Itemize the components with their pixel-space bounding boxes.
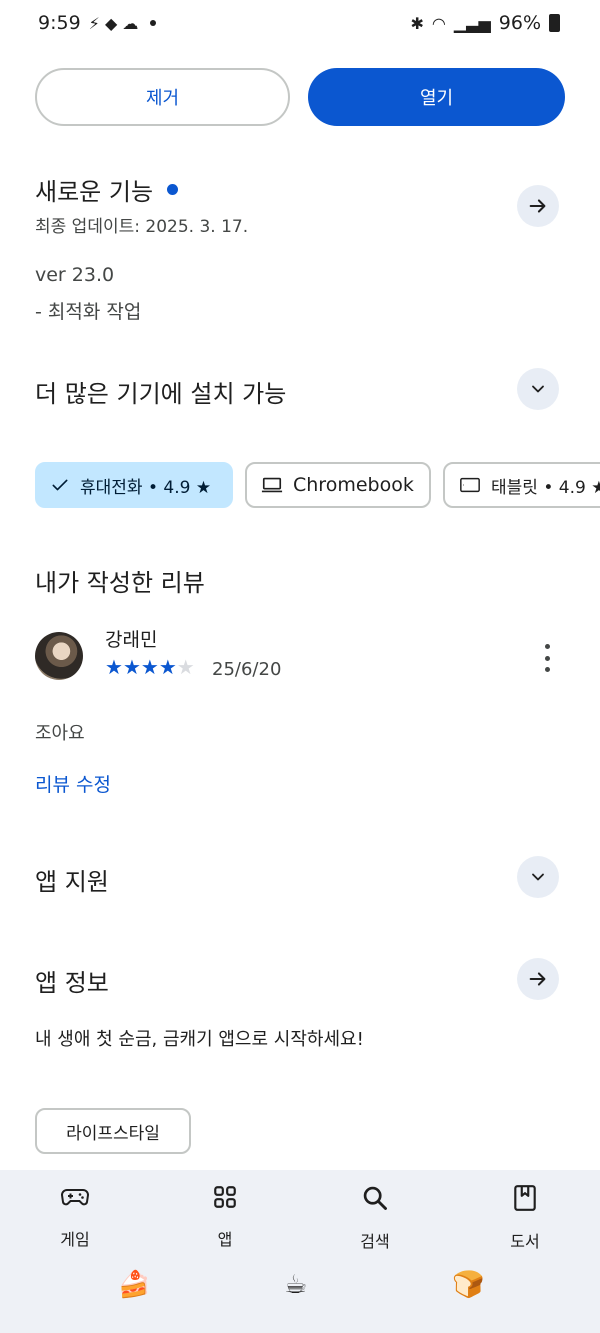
star-filled-icon: ★ [140, 655, 159, 679]
device-chip-phone[interactable]: 휴대전화 • 4.9 ★ [35, 462, 233, 508]
whats-new-title-row[interactable]: 새로운 기능 [35, 172, 179, 207]
category-tag[interactable]: 라이프스타일 [35, 1108, 191, 1154]
emoji-bar: 🍰 ☕ 🍞 [0, 1270, 600, 1314]
apps-grid-icon [214, 1186, 236, 1208]
app-description: 내 생애 첫 순금, 금캐기 앱으로 시작하세요! [35, 1029, 364, 1050]
review-date: 25/6/20 [212, 659, 282, 680]
my-review-title: 내가 작성한 리뷰 [35, 569, 205, 597]
reviewer-name: 강래민 [105, 629, 158, 651]
laptop-icon [261, 477, 283, 493]
version-text: ver 23.0 [35, 264, 115, 286]
more-devices-expand-button[interactable] [517, 368, 559, 410]
star-filled-icon: ★ [158, 655, 177, 679]
device-chip-label: 휴대전화 • 4.9 ★ [80, 477, 212, 498]
bottom-navigation: 게임 앱 검색 도서 🍰 ☕ 🍞 [0, 1170, 600, 1333]
device-chip-chromebook[interactable]: Chromebook [245, 462, 431, 508]
status-time: 9:59 [38, 12, 81, 34]
notification-icons: ⚡ ◆ ☁ [88, 13, 139, 33]
more-notifications-dot [150, 20, 157, 26]
star-empty-icon: ★ [176, 655, 195, 679]
book-icon [514, 1185, 536, 1211]
more-options-icon[interactable] [536, 644, 558, 672]
app-support-title: 앱 지원 [35, 868, 109, 896]
app-support-expand-button[interactable] [517, 856, 559, 898]
uninstall-button[interactable]: 제거 [35, 68, 290, 126]
status-bar-left: 9:59 ⚡ ◆ ☁ [38, 12, 157, 34]
whats-new-arrow-button[interactable] [517, 185, 559, 227]
nav-label: 검색 [360, 1232, 390, 1251]
battery-icon [549, 14, 560, 32]
avatar [35, 632, 83, 680]
whats-new-title: 새로운 기능 [35, 178, 154, 206]
release-notes: - 최적화 작업 [35, 301, 142, 323]
bluetooth-icon: ✱ [410, 13, 424, 33]
check-icon [52, 479, 68, 491]
edit-review-link[interactable]: 리뷰 수정 [35, 770, 111, 797]
chevron-down-icon [532, 385, 544, 393]
search-icon [363, 1186, 387, 1210]
status-bar: 9:59 ⚡ ◆ ☁ ✱ ◠ ▁▃▅ 96% [0, 0, 600, 46]
signal-icon: ▁▃▅ [453, 13, 491, 33]
status-bar-right: ✱ ◠ ▁▃▅ 96% [410, 12, 560, 34]
nav-item-books[interactable]: 도서 [475, 1184, 575, 1252]
star-filled-icon: ★ [122, 655, 141, 679]
nav-label: 게임 [60, 1230, 90, 1249]
battery-percent: 96% [498, 12, 541, 34]
nav-label: 도서 [510, 1232, 540, 1251]
arrow-right-icon [529, 972, 546, 986]
cake-icon[interactable]: 🍰 [118, 1270, 150, 1300]
tablet-icon [460, 477, 480, 493]
device-chip-tablet[interactable]: 태블릿 • 4.9 ★ [443, 462, 600, 508]
review-rating: ★ ★ ★ ★ ★ [105, 655, 195, 679]
bread-icon[interactable]: 🍞 [452, 1270, 484, 1300]
review-text: 조아요 [35, 723, 85, 744]
app-info-title: 앱 정보 [35, 969, 109, 997]
nav-item-apps[interactable]: 앱 [175, 1184, 275, 1250]
gamepad-icon [60, 1189, 90, 1206]
new-indicator-dot [167, 184, 179, 195]
last-updated: 최종 업데이트: 2025. 3. 17. [35, 217, 249, 237]
nav-label: 앱 [217, 1230, 233, 1249]
chevron-down-icon [532, 873, 544, 881]
device-chip-label: 태블릿 • 4.9 ★ [491, 477, 600, 498]
star-filled-icon: ★ [105, 655, 123, 679]
device-chip-label: Chromebook [293, 474, 414, 496]
app-info-arrow-button[interactable] [517, 958, 559, 1000]
more-devices-title: 더 많은 기기에 설치 가능 [35, 380, 287, 408]
open-button[interactable]: 열기 [308, 68, 565, 126]
wifi-icon: ◠ [431, 13, 446, 33]
arrow-right-icon [529, 199, 546, 213]
nav-item-search[interactable]: 검색 [325, 1184, 425, 1252]
cocoa-cup-icon[interactable]: ☕ [284, 1270, 307, 1300]
nav-item-games[interactable]: 게임 [25, 1184, 125, 1250]
